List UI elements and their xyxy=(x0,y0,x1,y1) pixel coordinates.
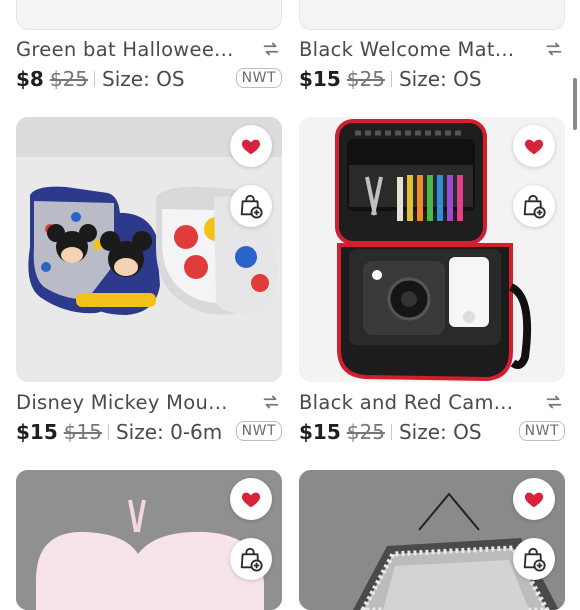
original-price: $25 xyxy=(49,67,89,91)
heart-icon xyxy=(524,139,544,155)
add-to-bundle-button[interactable] xyxy=(513,538,555,580)
size-label: Size: OS xyxy=(398,420,482,444)
add-to-bundle-button[interactable] xyxy=(513,185,555,227)
heart-icon xyxy=(241,492,261,508)
bag-plus-icon xyxy=(523,547,546,572)
price-line: $8 $25 Size: OS NWT xyxy=(16,67,282,95)
price: $15 xyxy=(299,67,341,91)
price: $15 xyxy=(299,420,341,444)
add-to-bundle-button[interactable] xyxy=(230,185,272,227)
nwt-badge: NWT xyxy=(235,421,282,441)
listing-title[interactable]: Disney Mickey Mou... xyxy=(16,391,248,414)
price-line: $15 $15 Size: 0-6m NWT xyxy=(16,420,282,448)
share-icon[interactable] xyxy=(260,391,282,413)
like-button[interactable] xyxy=(513,125,555,167)
share-icon[interactable] xyxy=(260,38,282,60)
add-to-bundle-button[interactable] xyxy=(230,538,272,580)
share-icon[interactable] xyxy=(543,391,565,413)
bag-plus-icon xyxy=(523,194,546,219)
listing-title[interactable]: Green bat Hallowee... xyxy=(16,38,248,61)
like-button[interactable] xyxy=(230,478,272,520)
nwt-badge: NWT xyxy=(235,68,282,88)
price: $15 xyxy=(16,420,58,444)
listing-image[interactable] xyxy=(16,0,282,30)
price: $8 xyxy=(16,67,44,91)
nwt-badge: NWT xyxy=(518,421,565,441)
listing-image[interactable] xyxy=(299,0,565,30)
divider xyxy=(94,71,96,87)
divider xyxy=(390,71,392,87)
like-button[interactable] xyxy=(230,125,272,167)
original-price: $25 xyxy=(346,420,385,444)
like-button[interactable] xyxy=(513,478,555,520)
price-line: $15 $25 Size: OS xyxy=(299,67,565,95)
price-line: $15 $25 Size: OS NWT xyxy=(299,420,565,448)
original-price: $15 xyxy=(63,420,102,444)
listing-title[interactable]: Black and Red Cam... xyxy=(299,391,531,414)
original-price: $25 xyxy=(346,67,385,91)
share-icon[interactable] xyxy=(543,38,565,60)
divider xyxy=(390,424,392,440)
bag-plus-icon xyxy=(240,547,263,572)
listing-image[interactable] xyxy=(16,470,282,610)
divider xyxy=(107,424,109,440)
listing-image[interactable] xyxy=(299,470,565,610)
listing-image[interactable] xyxy=(299,117,565,382)
bag-plus-icon xyxy=(240,194,263,219)
listing-image[interactable] xyxy=(16,117,282,382)
scrollbar[interactable] xyxy=(573,78,577,130)
listing-title[interactable]: Black Welcome Mat... xyxy=(299,38,531,61)
heart-icon xyxy=(524,492,544,508)
size-label: Size: OS xyxy=(102,67,185,91)
size-label: Size: 0-6m xyxy=(115,420,223,444)
heart-icon xyxy=(241,139,261,155)
size-label: Size: OS xyxy=(398,67,482,91)
